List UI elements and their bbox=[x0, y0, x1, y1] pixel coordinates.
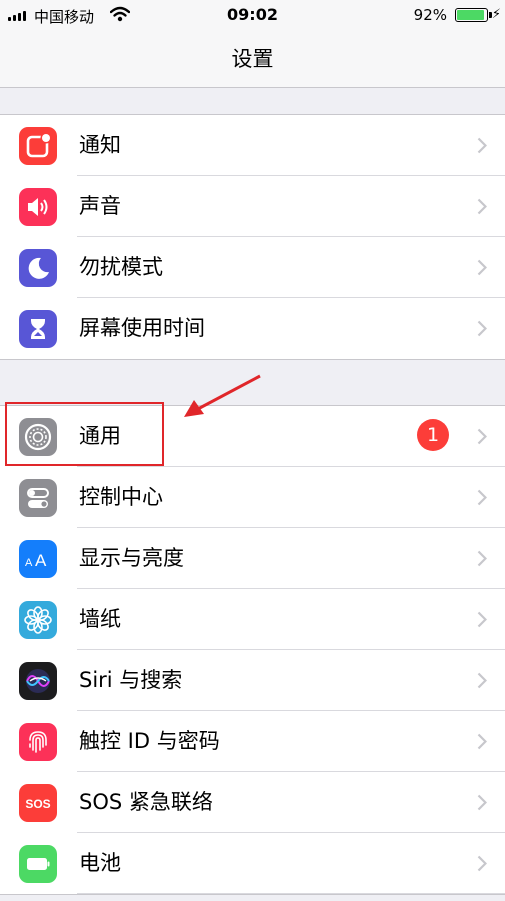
row-label: 墙纸 bbox=[79, 607, 121, 631]
chevron-right-icon bbox=[477, 428, 487, 445]
row-label: Siri 与搜索 bbox=[79, 668, 183, 692]
chevron-right-icon bbox=[477, 489, 487, 506]
settings-row-battery[interactable]: 电池 bbox=[0, 833, 505, 894]
chevron-right-icon bbox=[477, 259, 487, 276]
chevron-right-icon bbox=[477, 794, 487, 811]
battery-icon bbox=[19, 845, 57, 883]
chevron-right-icon bbox=[477, 855, 487, 872]
settings-row-wallpaper[interactable]: 墙纸 bbox=[0, 589, 505, 650]
settings-row-notifications[interactable]: 通知 bbox=[0, 115, 505, 176]
general-update-badge: 1 bbox=[417, 419, 449, 451]
row-label: 控制中心 bbox=[79, 485, 163, 509]
settings-row-sos[interactable]: SOS SOS 紧急联络 bbox=[0, 772, 505, 833]
battery-status-icon bbox=[455, 8, 488, 22]
battery-percentage: 92% bbox=[413, 6, 447, 24]
chevron-right-icon bbox=[477, 733, 487, 750]
siri-icon bbox=[19, 662, 57, 700]
status-bar: 中国移动 09:02 92% ⚡ bbox=[0, 0, 505, 30]
chevron-right-icon bbox=[477, 198, 487, 215]
screen-time-hourglass-icon bbox=[19, 310, 57, 348]
settings-row-touch-id[interactable]: 触控 ID 与密码 bbox=[0, 711, 505, 772]
do-not-disturb-moon-icon bbox=[19, 249, 57, 287]
chevron-right-icon bbox=[477, 137, 487, 154]
row-label: 声音 bbox=[79, 194, 121, 218]
settings-row-screen-time[interactable]: 屏幕使用时间 bbox=[0, 298, 505, 359]
display-brightness-icon: AA bbox=[19, 540, 57, 578]
settings-row-sounds[interactable]: 声音 bbox=[0, 176, 505, 237]
chevron-right-icon bbox=[477, 672, 487, 689]
row-label: SOS 紧急联络 bbox=[79, 790, 213, 814]
control-center-icon bbox=[19, 479, 57, 517]
row-label: 勿扰模式 bbox=[79, 255, 163, 279]
touch-id-fingerprint-icon bbox=[19, 723, 57, 761]
row-label: 屏幕使用时间 bbox=[79, 316, 205, 340]
navigation-bar: 设置 bbox=[0, 30, 505, 88]
row-label: 电池 bbox=[79, 851, 121, 875]
row-label: 通知 bbox=[79, 133, 121, 157]
charging-bolt-icon: ⚡ bbox=[491, 7, 501, 22]
row-label: 显示与亮度 bbox=[79, 546, 184, 570]
sos-icon: SOS bbox=[19, 784, 57, 822]
settings-row-do-not-disturb[interactable]: 勿扰模式 bbox=[0, 237, 505, 298]
sos-icon-text: SOS bbox=[25, 797, 50, 811]
wallpaper-flower-icon bbox=[19, 601, 57, 639]
notifications-icon bbox=[19, 127, 57, 165]
highlight-box bbox=[5, 402, 164, 466]
settings-group-2: 通用 控制中心 AA 显示与亮度 墙纸 Siri 与搜索 触控 ID 与密码 S… bbox=[0, 405, 505, 895]
settings-row-display-brightness[interactable]: AA 显示与亮度 bbox=[0, 528, 505, 589]
chevron-right-icon bbox=[477, 320, 487, 337]
chevron-right-icon bbox=[477, 550, 487, 567]
settings-row-siri-search[interactable]: Siri 与搜索 bbox=[0, 650, 505, 711]
chevron-right-icon bbox=[477, 611, 487, 628]
svg-text:A: A bbox=[35, 551, 47, 570]
row-separator bbox=[77, 893, 505, 894]
row-label: 触控 ID 与密码 bbox=[79, 729, 220, 753]
battery-fill bbox=[457, 10, 484, 20]
settings-row-control-center[interactable]: 控制中心 bbox=[0, 467, 505, 528]
annotation-arrow-icon bbox=[184, 374, 261, 417]
svg-text:A: A bbox=[25, 557, 33, 569]
settings-group-1: 通知 声音 勿扰模式 屏幕使用时间 bbox=[0, 114, 505, 360]
page-title: 设置 bbox=[231, 47, 274, 71]
sounds-icon bbox=[19, 188, 57, 226]
